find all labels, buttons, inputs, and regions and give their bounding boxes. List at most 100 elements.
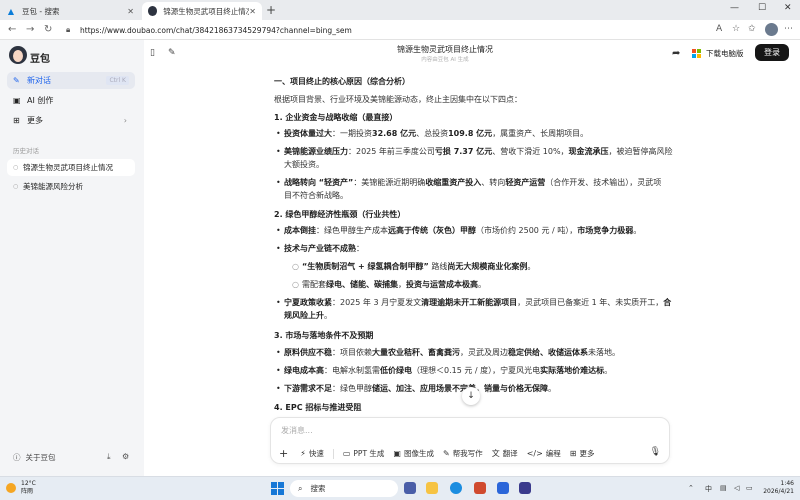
- edge-icon[interactable]: [450, 482, 462, 494]
- list-item: • 绿电成本高：电解水制氢需低价绿电（理想＜0.15 元 / 度），宁夏风光电实…: [276, 366, 613, 375]
- windows-taskbar: 12°C 阵雨 ⌕ 搜索 ⌃ 中 ▤ ◁ ▭ 1:46 2026/4/21: [0, 476, 800, 500]
- history-item-label: 锦源生物灵武项目终止情况: [23, 163, 113, 172]
- chat-bubble-icon: ○: [13, 164, 19, 171]
- grid-icon: ⊞: [569, 449, 577, 458]
- scroll-down-button[interactable]: ↓: [462, 387, 480, 405]
- maximize-icon[interactable]: ☐: [758, 3, 766, 13]
- intro-text: 根据项目背景、行业环境及美锦能源动态，终止主因集中在以下四点：: [274, 95, 522, 104]
- back-icon[interactable]: ←: [8, 24, 16, 35]
- history-item[interactable]: ○ 美锦能源风险分析: [7, 178, 135, 195]
- download-icon[interactable]: ⤓: [107, 452, 111, 462]
- forward-icon[interactable]: →: [26, 24, 34, 35]
- browser-tab-search[interactable]: ▲ 豆包 - 搜索 ✕: [0, 2, 140, 20]
- sidebar-item-more[interactable]: ⊞ 更多 ›: [7, 112, 135, 129]
- tool-translate[interactable]: 文翻译: [492, 448, 518, 459]
- network-icon[interactable]: ▤: [720, 484, 727, 492]
- image-icon: ▣: [13, 96, 21, 105]
- sidebar-item-ai-create[interactable]: ▣ AI 创作: [7, 92, 135, 109]
- profile-avatar[interactable]: [765, 23, 778, 36]
- history-item[interactable]: ○ 锦源生物灵武项目终止情况: [7, 159, 135, 176]
- close-icon[interactable]: ✕: [249, 7, 256, 16]
- lock-icon: 🔒︎: [66, 25, 71, 34]
- chevron-up-icon[interactable]: ⌃: [688, 484, 694, 492]
- read-aloud-icon[interactable]: A: [716, 24, 722, 34]
- lightning-icon: ⚡︎: [300, 449, 306, 458]
- grid-icon: ⊞: [13, 116, 20, 125]
- message-input[interactable]: 发消息...: [281, 425, 313, 436]
- list-item: • 宁夏政策收紧：2025 年 3 月宁夏发文清理逾期未开工新能源项目，灵武项目…: [276, 298, 672, 320]
- share-icon[interactable]: ➦: [672, 48, 680, 59]
- settings-icon[interactable]: ⚙: [122, 452, 129, 461]
- list-item: • 成本倒挂：绿色甲醇生产成本远高于传统（灰色）甲醇（市场价约 2500 元 /…: [276, 226, 642, 235]
- page-subtitle: 内容由豆包 AI 生成: [421, 57, 469, 63]
- url-text: https://www.doubao.com/chat/384218637345…: [80, 25, 352, 35]
- subsection-heading: 4. EPC 招标与推进受阻: [274, 403, 362, 412]
- new-tab-icon[interactable]: +: [266, 3, 276, 17]
- bing-icon: ▲: [7, 6, 15, 16]
- tool-image[interactable]: ▣ 图像生成: [393, 448, 434, 459]
- battery-icon[interactable]: ▭: [746, 484, 753, 492]
- login-button[interactable]: 登录: [755, 44, 789, 61]
- task-view-icon[interactable]: [404, 482, 416, 494]
- list-item: • 美锦能源业绩压力：2025 年前三季度公司亏损 7.37 亿元、营收下滑近 …: [276, 147, 673, 169]
- taskbar-search[interactable]: ⌕ 搜索: [290, 480, 398, 497]
- sidebar-item-new-chat[interactable]: ✎ 新对话 Ctrl K: [7, 72, 135, 89]
- weather-icon: [6, 483, 16, 493]
- url-field[interactable]: 🔒︎ https://www.doubao.com/chat/384218637…: [66, 23, 626, 37]
- favorites-icon[interactable]: ✩: [748, 24, 756, 34]
- windows-start-icon[interactable]: [271, 482, 284, 495]
- store-icon[interactable]: [497, 482, 509, 494]
- file-explorer-icon[interactable]: [426, 482, 438, 494]
- browser-tab-doubao[interactable]: 锦源生物灵武项目终止情况 - 豆包 ✕: [142, 2, 262, 20]
- subsection-heading: 2. 绿色甲醇经济性瓶颈（行业共性）: [274, 210, 406, 219]
- refresh-icon[interactable]: ↻: [44, 24, 52, 35]
- list-item: • 技术与产业链不成熟：: [276, 244, 364, 253]
- close-icon[interactable]: ✕: [127, 7, 134, 16]
- tool-code[interactable]: </> 编程: [527, 448, 561, 459]
- sidebar-toggle-icon[interactable]: ▯: [150, 48, 155, 58]
- menu-dots-icon[interactable]: ⋯: [784, 24, 793, 34]
- add-icon[interactable]: +: [279, 447, 288, 460]
- close-window-icon[interactable]: ✕: [784, 3, 792, 13]
- tool-quick[interactable]: ⚡︎ 快速: [300, 448, 324, 459]
- about-label: 关于豆包: [25, 453, 56, 462]
- download-desktop-button[interactable]: 下载电脑版: [692, 45, 744, 61]
- clock[interactable]: 1:46 2026/4/21: [758, 480, 794, 496]
- history-title: 历史对话: [13, 147, 39, 155]
- volume-icon[interactable]: ◁: [734, 484, 739, 492]
- code-icon: </>: [526, 449, 543, 458]
- sidebar-item-label: 新对话: [27, 76, 51, 85]
- ime-indicator[interactable]: 中: [705, 484, 712, 494]
- input-toolbar: + ⚡︎ 快速 ▭ PPT 生成 ▣ 图像生成 ✎ 帮我写作 文翻译 </> 编程 ⊞ 更多: [279, 447, 604, 460]
- windows-icon: [692, 48, 701, 58]
- section-heading: 一、项目终止的核心原因（综合分析）: [274, 77, 410, 86]
- office-icon[interactable]: [474, 482, 486, 494]
- about-doubao[interactable]: ⓘ 关于豆包: [13, 452, 56, 463]
- tool-more[interactable]: ⊞ 更多: [570, 448, 595, 459]
- tool-ppt[interactable]: ▭ PPT 生成: [343, 448, 385, 459]
- weather-widget[interactable]: 12°C 阵雨: [6, 480, 36, 496]
- subsection-heading: 3. 市场与落地条件不及预期: [274, 331, 374, 340]
- chat-input-box: 发消息... + ⚡︎ 快速 ▭ PPT 生成 ▣ 图像生成 ✎ 帮我写作 文翻译 </…: [270, 417, 670, 464]
- tool-writing[interactable]: ✎ 帮我写作: [443, 448, 483, 459]
- doubao-icon: [148, 6, 158, 16]
- microphone-icon[interactable]: 🎙︎: [650, 447, 661, 457]
- page-title: 锦源生物灵武项目终止情况: [397, 45, 493, 54]
- edit-icon[interactable]: ✎: [168, 48, 176, 58]
- new-chat-icon: ✎: [13, 76, 20, 85]
- favorite-star-icon[interactable]: ☆: [732, 24, 740, 34]
- list-item: • 原料供应不稳：项目依赖大量农业秸秆、畜禽粪污，灵武及周边稳定供给、收储运体系…: [276, 348, 620, 357]
- list-item: • 下游需求不足：绿色甲醇储运、加注、应用场景不完善，销量与价格无保障。: [276, 384, 556, 393]
- subsection-heading: 1. 企业资金与战略收缩（最直接）: [274, 113, 398, 122]
- app-icon[interactable]: [519, 482, 531, 494]
- minimize-icon[interactable]: —: [730, 3, 739, 13]
- tab-title: 锦源生物灵武项目终止情况 - 豆包: [163, 6, 250, 16]
- list-item: • 投资体量过大：一期投资32.68 亿元、总投资109.8 亿元，属重资产、长…: [276, 129, 589, 138]
- chevron-right-icon: ›: [123, 116, 127, 125]
- sidebar-item-label: AI 创作: [27, 96, 54, 105]
- list-item: • 战略转向 “轻资产”：美锦能源近期明确收缩重资产投入、转向轻资产运营（合作开…: [276, 178, 662, 200]
- image-icon: ▣: [393, 449, 401, 458]
- ppt-icon: ▭: [342, 449, 351, 458]
- tab-title: 豆包 - 搜索: [22, 6, 60, 16]
- search-icon: ⌕: [298, 483, 303, 493]
